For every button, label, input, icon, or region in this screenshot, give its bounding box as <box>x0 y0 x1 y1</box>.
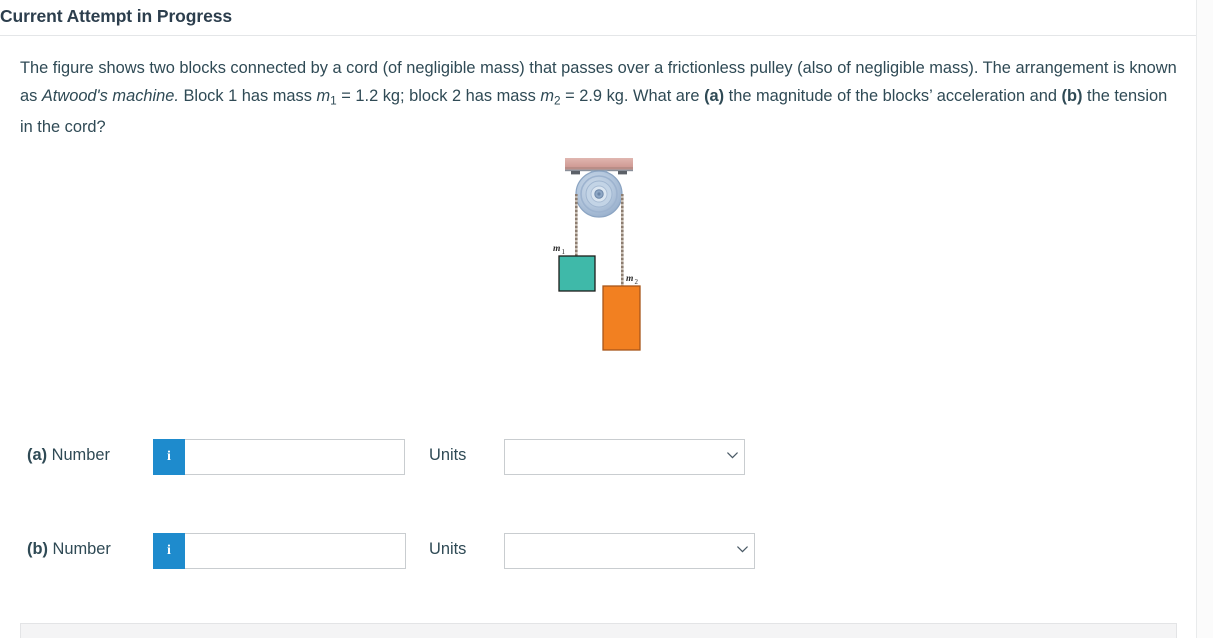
answer-part-marker-b: (b) <box>27 540 48 558</box>
svg-text:m: m <box>553 244 560 254</box>
block-2-label: m 2 <box>626 274 639 286</box>
answer-number-word-a: Number <box>47 446 110 464</box>
number-input-a[interactable] <box>185 439 405 475</box>
answer-label-a: (a) Number <box>27 446 110 465</box>
units-label-a: Units <box>429 446 467 464</box>
part-b-marker: (b) <box>1061 86 1083 105</box>
number-input-b[interactable] <box>185 533 406 569</box>
part-a-marker: (a) <box>704 86 725 105</box>
block-1-label: m 1 <box>553 244 566 256</box>
atwoods-machine-diagram: m 1 m 2 <box>553 158 641 351</box>
pulley-wheel <box>575 170 623 218</box>
units-label-b: Units <box>429 540 467 558</box>
info-icon-a[interactable]: i <box>153 439 185 475</box>
question-italic-term: Atwood's machine. <box>41 86 179 105</box>
mass-2-value: = 2.9 kg. What are <box>560 86 705 105</box>
question-statement: The figure shows two blocks connected by… <box>20 55 1180 142</box>
answer-number-word-b: Number <box>47 540 111 558</box>
info-icon-b[interactable]: i <box>153 533 185 569</box>
number-input-group-b: i <box>153 533 406 569</box>
number-input-group-a: i <box>153 439 405 475</box>
atwoods-machine-figure: m 1 m 2 <box>540 150 680 365</box>
mass-1-symbol: m1 <box>316 86 337 107</box>
svg-text:2: 2 <box>635 278 639 286</box>
block-2 <box>602 285 641 351</box>
mass-1-value: = 1.2 kg; block 2 has mass <box>336 86 541 105</box>
answer-part-marker-a: (a) <box>27 446 48 464</box>
cord-left <box>575 194 578 256</box>
svg-text:1: 1 <box>562 248 566 256</box>
question-text-part-2: Block 1 has mass <box>178 86 317 105</box>
page-title: Current Attempt in Progress <box>0 6 232 26</box>
cord-right <box>621 194 624 286</box>
block-1 <box>558 255 596 292</box>
attempt-header: Current Attempt in Progress <box>0 0 1197 36</box>
question-page: Current Attempt in Progress The figure s… <box>0 0 1213 638</box>
page-right-gutter <box>1197 0 1213 638</box>
svg-text:m: m <box>626 274 633 284</box>
units-select-a[interactable] <box>504 439 745 475</box>
answer-label-b: (b) Number <box>27 540 111 559</box>
question-text-part-3: the magnitude of the blocks’ acceleratio… <box>724 86 1062 105</box>
mass-2-symbol: m2 <box>540 86 561 107</box>
footer-toolbar-panel <box>20 623 1177 638</box>
units-select-b[interactable] <box>504 533 755 569</box>
